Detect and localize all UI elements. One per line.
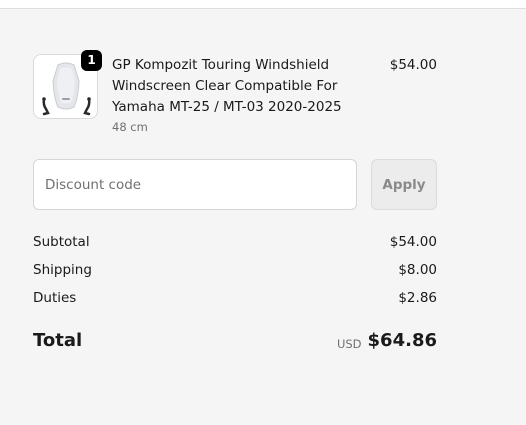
total-amount: $64.86	[367, 330, 437, 351]
product-variant: 48 cm	[112, 120, 148, 134]
total-row: Total USD $64.86	[33, 328, 437, 354]
subtotal-value: $54.00	[389, 234, 437, 250]
total-label: Total	[33, 330, 83, 351]
summary-row-subtotal: Subtotal $54.00	[33, 232, 437, 252]
total-price-group: USD $64.86	[337, 328, 437, 354]
order-line-item: 1 GP Kompozit Touring Windshield Windscr…	[33, 50, 437, 136]
shipping-value: $8.00	[398, 262, 437, 278]
header-divider	[0, 0, 526, 9]
discount-code-input[interactable]	[33, 159, 357, 210]
summary-row-shipping: Shipping $8.00	[33, 260, 437, 280]
apply-discount-button[interactable]: Apply	[371, 159, 437, 210]
duties-value: $2.86	[398, 290, 437, 306]
currency-code: USD	[336, 337, 362, 351]
product-title: GP Kompozit Touring Windshield Windscree…	[112, 57, 342, 115]
subtotal-label: Subtotal	[33, 234, 90, 250]
duties-label: Duties	[33, 290, 77, 306]
product-price: $54.00	[389, 57, 437, 73]
shipping-label: Shipping	[33, 262, 92, 278]
quantity-badge: 1	[81, 50, 102, 71]
summary-row-duties: Duties $2.86	[33, 288, 437, 308]
